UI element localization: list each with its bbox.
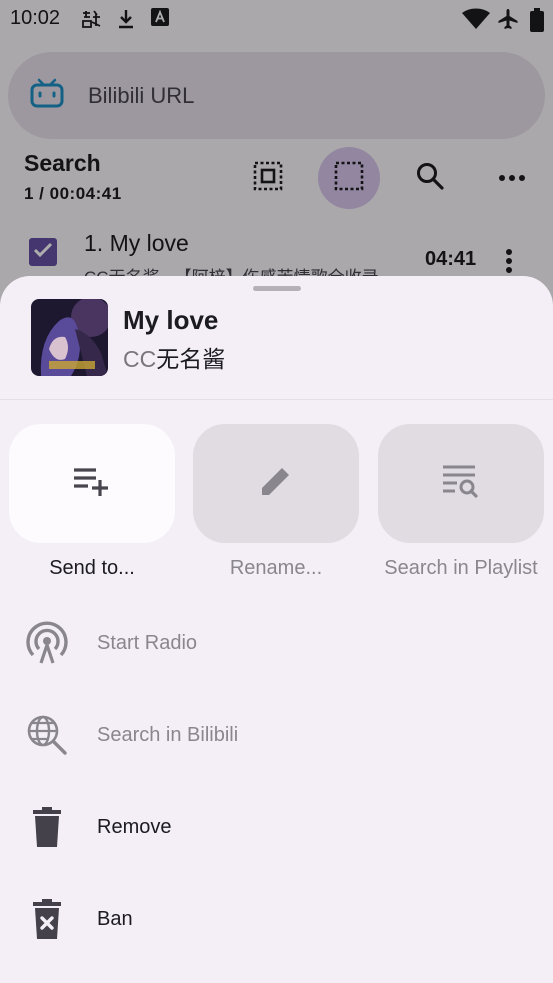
remove-label: Remove bbox=[97, 816, 172, 838]
trash-x-icon bbox=[24, 896, 70, 942]
artist-name: 无名酱 bbox=[156, 346, 226, 372]
rename-button[interactable] bbox=[193, 424, 359, 543]
song-artist: CC无名酱 bbox=[123, 340, 225, 374]
playlist-search-icon bbox=[441, 463, 481, 504]
edit-pencil-icon bbox=[258, 463, 294, 504]
song-title: My love bbox=[123, 305, 219, 335]
search-in-bilibili-item[interactable]: Search in Bilibili bbox=[0, 690, 553, 782]
sheet-divider bbox=[0, 399, 553, 400]
ban-item[interactable]: Ban bbox=[0, 874, 553, 966]
bottom-sheet: My love CC无名酱 Send to... Rename... Searc… bbox=[0, 276, 553, 983]
rename-label: Rename... bbox=[229, 557, 323, 579]
trash-icon bbox=[24, 804, 70, 850]
drag-handle[interactable] bbox=[253, 286, 301, 291]
start-radio-label: Start Radio bbox=[97, 632, 198, 654]
search-in-playlist-button[interactable] bbox=[378, 424, 544, 543]
album-art bbox=[31, 299, 108, 376]
search-in-bilibili-label: Search in Bilibili bbox=[97, 724, 239, 746]
radio-podcast-icon bbox=[24, 620, 70, 666]
playlist-add-icon bbox=[72, 466, 112, 501]
send-to-label: Send to... bbox=[49, 557, 135, 579]
remove-item[interactable]: Remove bbox=[0, 782, 553, 874]
globe-search-icon bbox=[24, 712, 70, 758]
start-radio-item[interactable]: Start Radio bbox=[0, 598, 553, 690]
search-in-playlist-label: Search in Playlist bbox=[384, 557, 538, 579]
artist-prefix: CC bbox=[123, 346, 157, 372]
send-to-button[interactable] bbox=[9, 424, 175, 543]
ban-label: Ban bbox=[97, 908, 133, 930]
